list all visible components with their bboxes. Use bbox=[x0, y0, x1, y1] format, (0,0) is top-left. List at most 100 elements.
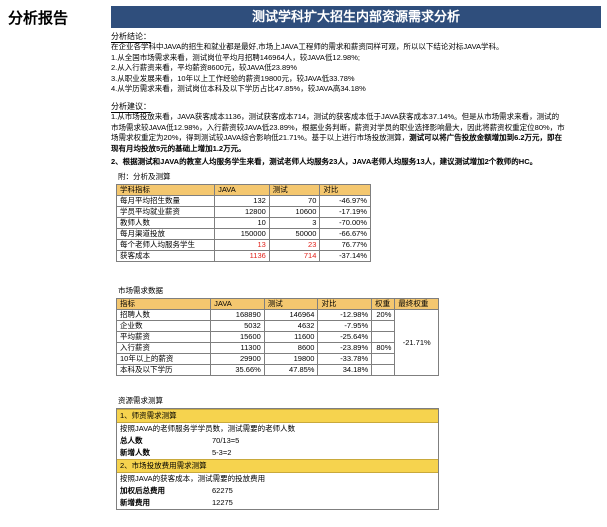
conclusion-line: 在企业各学科中JAVA的招生和就业都是最好,市场上JAVA工程师的需求和薪资同样… bbox=[111, 42, 504, 51]
table-row: 入行薪资 11300 8600 -23.89% 80% bbox=[115, 342, 439, 354]
table-cell: -23.89% bbox=[317, 342, 373, 354]
resource-part1-total-row: 总人数 70/13=5 bbox=[117, 435, 438, 447]
table-cell: 168890 bbox=[210, 309, 265, 321]
resource-part2-heading: 2、市场投放费用需求测算 bbox=[117, 459, 438, 473]
final-weight-cell: -21.71% bbox=[394, 309, 439, 376]
conclusion-line: 3.从职业发展来看，10年以上工作经验的薪资19800元，较JAVA低33.78… bbox=[111, 73, 355, 83]
resource-value: 12275 bbox=[212, 498, 233, 507]
table-header-cell: 权重 bbox=[371, 298, 396, 310]
table-row: 获客成本 1136 714 -37.14% bbox=[115, 250, 371, 262]
advice-line: 1.从市场投放来看，JAVA获客成本1136，测试获客成本714，测试的获客成本… bbox=[111, 112, 560, 121]
table-cell: -7.95% bbox=[317, 320, 373, 332]
table-cell: 50000 bbox=[268, 228, 321, 240]
table-cell-weight bbox=[371, 320, 396, 332]
table-cell-highlight: 13 bbox=[214, 239, 270, 251]
table-row: 平均薪资 15600 11600 -25.64% bbox=[115, 331, 439, 343]
table-cell: 15600 bbox=[210, 331, 265, 343]
table-cell: 132 bbox=[214, 195, 270, 207]
table-cell: 5032 bbox=[210, 320, 265, 332]
table-cell: -12.98% bbox=[317, 309, 373, 321]
market-table: 指标 JAVA 测试 对比 权重 最终权重 招聘人数 168890 146964… bbox=[115, 298, 439, 376]
advice-line-emphasis: 测试可以将广告投放金额增加到6.2万元，即在 bbox=[409, 133, 563, 142]
resource-value: 62275 bbox=[212, 486, 233, 495]
table-cell: -37.14% bbox=[319, 250, 371, 262]
table-row: 10年以上的薪资 29900 19800 -33.78% bbox=[115, 353, 439, 365]
advice-line: 2、根据测试和JAVA的教室人均服务学生来看，测试老师人均服务23人，JAVA老… bbox=[111, 157, 538, 166]
conclusion-line: 1.从全国市场需求来看，测试岗位平均月招聘146964人，较JAVA低12.98… bbox=[111, 52, 360, 62]
table-cell-label: 企业数 bbox=[115, 320, 212, 332]
table-cell-weight bbox=[371, 364, 396, 376]
table-cell: 76.77% bbox=[319, 239, 371, 251]
table-cell: 19800 bbox=[263, 353, 319, 365]
table-cell-label: 教师人数 bbox=[115, 217, 216, 229]
table-cell-label: 本科及以下学历 bbox=[115, 364, 212, 376]
table-cell-highlight: 1136 bbox=[214, 250, 270, 262]
table-header-cell: JAVA bbox=[214, 184, 270, 196]
table-cell-weight: 20% bbox=[371, 309, 396, 321]
resource-key: 新增费用 bbox=[120, 498, 150, 507]
analysis-table-title: 附：分析及测算 bbox=[118, 172, 171, 181]
table-header-cell: 测试 bbox=[263, 298, 319, 310]
table-header-row: 学科指标 JAVA 测试 对比 bbox=[115, 184, 371, 196]
table-cell: -33.78% bbox=[317, 353, 373, 365]
table-row: 每个老师人均服务学生 13 23 76.77% bbox=[115, 239, 371, 251]
table-cell: 3 bbox=[268, 217, 321, 229]
table-cell: 12800 bbox=[214, 206, 270, 218]
table-header-cell: 对比 bbox=[319, 184, 371, 196]
table-cell: 35.66% bbox=[210, 364, 265, 376]
table-cell-label: 平均薪资 bbox=[115, 331, 212, 343]
table-row: 每月平均招生数量 132 70 -46.97% bbox=[115, 195, 371, 207]
advice-body: 1.从市场投放来看，JAVA获客成本1136，测试获客成本714，测试的获客成本… bbox=[111, 112, 601, 168]
advice-line: 现有月均投放5元的基础上增加1.2万元。 bbox=[111, 143, 246, 153]
resource-part2-new-row: 新增费用 12275 bbox=[117, 497, 438, 509]
table-header-cell: 对比 bbox=[317, 298, 373, 310]
table-cell: 11600 bbox=[263, 331, 319, 343]
table-row: 企业数 5032 4632 -7.95% bbox=[115, 320, 439, 332]
report-section-label: 分析报告 bbox=[8, 10, 69, 27]
table-header-cell: JAVA bbox=[210, 298, 265, 310]
advice-line-text: 场需求权重定为20%，得到测试较JAVA综合影响低21.71%。基于以上进行市场… bbox=[111, 133, 410, 142]
table-row: 招聘人数 168890 146964 -12.98% 20% -21.71% bbox=[115, 309, 439, 376]
table-cell-label: 10年以上的薪资 bbox=[115, 353, 212, 365]
table-cell-label: 招聘人数 bbox=[115, 309, 212, 321]
table-cell: 4632 bbox=[263, 320, 319, 332]
table-cell: -66.67% bbox=[319, 228, 371, 240]
table-cell: -17.19% bbox=[319, 206, 371, 218]
table-cell: 150000 bbox=[214, 228, 270, 240]
table-cell-weight: 80% bbox=[371, 342, 396, 354]
analysis-table: 学科指标 JAVA 测试 对比 每月平均招生数量 132 70 -46.97% … bbox=[115, 184, 371, 262]
table-row: 本科及以下学历 35.66% 47.85% 34.18% bbox=[115, 364, 439, 376]
table-cell: 70 bbox=[268, 195, 321, 207]
table-cell: 29900 bbox=[210, 353, 265, 365]
table-header-cell: 指标 bbox=[115, 298, 212, 310]
table-cell-label: 学员平均就业薪资 bbox=[115, 206, 216, 218]
table-cell: -46.97% bbox=[319, 195, 371, 207]
table-cell-weight bbox=[371, 331, 396, 343]
table-cell: 11300 bbox=[210, 342, 265, 354]
table-header-row: 指标 JAVA 测试 对比 权重 最终权重 bbox=[115, 298, 439, 310]
resource-value: 70/13=5 bbox=[212, 436, 240, 445]
table-cell: -70.00% bbox=[319, 217, 371, 229]
resource-key: 新增人数 bbox=[120, 448, 150, 457]
conclusion-body: 在企业各学科中JAVA的招生和就业都是最好,市场上JAVA工程师的需求和薪资同样… bbox=[111, 42, 601, 95]
table-cell: 8600 bbox=[263, 342, 319, 354]
resource-title: 资源需求测算 bbox=[118, 396, 163, 405]
resource-block: 1、师资需求测算 按照JAVA的老师服务学学员数，测试需要的老师人数 总人数 70… bbox=[116, 408, 439, 510]
table-row: 学员平均就业薪资 12800 10600 -17.19% bbox=[115, 206, 371, 218]
resource-key: 总人数 bbox=[120, 436, 143, 445]
table-cell-highlight: 714 bbox=[268, 250, 321, 262]
resource-part1-new-row: 新增人数 5-3=2 bbox=[117, 447, 438, 459]
table-cell: 10 bbox=[214, 217, 270, 229]
resource-part1-desc: 按照JAVA的老师服务学学员数，测试需要的老师人数 bbox=[120, 424, 296, 433]
advice-line: 市场需求较JAVA低12.98%，入行薪资较JAVA低23.89%，根据业务判断… bbox=[111, 122, 565, 132]
conclusion-line: 2.从入行薪资来看，平均薪资8600元，较JAVA低23.89% bbox=[111, 63, 298, 72]
resource-key: 加权后总费用 bbox=[120, 486, 165, 495]
table-cell-label: 获客成本 bbox=[115, 250, 216, 262]
table-header-cell: 测试 bbox=[268, 184, 321, 196]
table-cell-label: 每个老师人均服务学生 bbox=[115, 239, 216, 251]
table-cell: 146964 bbox=[263, 309, 319, 321]
table-cell-label: 入行薪资 bbox=[115, 342, 212, 354]
table-cell-label: 每月平均招生数量 bbox=[115, 195, 216, 207]
market-table-title: 市场需求数据 bbox=[118, 286, 163, 295]
table-cell-weight bbox=[371, 353, 396, 365]
